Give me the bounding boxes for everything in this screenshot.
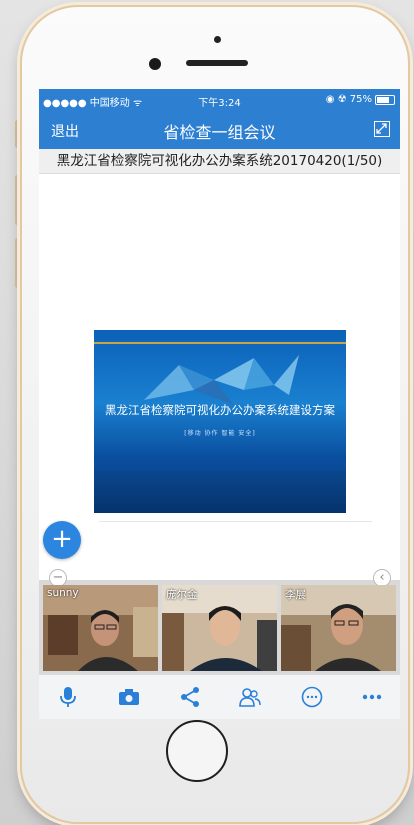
presentation-slide[interactable]: 黑龙江省检察院可视化办公办案系统建设方案 [移动 协作 智能 安全] <box>94 330 346 513</box>
camera-icon[interactable] <box>117 685 141 709</box>
participant-video-3[interactable]: 李展 <box>281 585 396 671</box>
page-title: 省检查一组会议 <box>163 123 276 142</box>
status-right-indicators: ◉ ☢ 75% <box>325 94 372 105</box>
chat-icon[interactable] <box>300 685 324 709</box>
home-button[interactable] <box>166 720 228 782</box>
video-strip: − ‹ sunny 庞尔金 李展 <box>39 569 400 674</box>
status-bar: ●●●●● 中国移动 ᯤ 下午3:24 ◉ ☢ 75% <box>39 89 400 111</box>
participant-name: sunny <box>47 587 79 599</box>
add-button[interactable]: + <box>43 521 81 559</box>
earpiece-speaker <box>186 60 248 66</box>
slide-gold-line <box>94 342 346 344</box>
participant-video-2[interactable]: 庞尔金 <box>162 585 277 671</box>
participant-name: 庞尔金 <box>166 589 198 601</box>
phone-screen: ●●●●● 中国移动 ᯤ 下午3:24 ◉ ☢ 75% 退出 省检查一组会议 黑… <box>39 89 400 719</box>
slide-divider <box>99 521 372 522</box>
participant-video-1[interactable]: sunny <box>43 585 158 671</box>
paper-crane-graphic <box>144 355 299 405</box>
microphone-icon[interactable] <box>56 685 80 709</box>
nav-bar: 退出 省检查一组会议 <box>39 111 400 149</box>
document-name-bar: 黑龙江省检察院可视化办公办案系统20170420(1/50) <box>39 149 400 174</box>
slide-bottom-band <box>94 470 346 513</box>
slide-subtitle: [移动 协作 智能 安全] <box>184 430 256 437</box>
participants-icon[interactable] <box>238 685 262 709</box>
expand-icon[interactable] <box>374 121 390 137</box>
proximity-sensor <box>214 36 221 43</box>
share-icon[interactable] <box>178 685 202 709</box>
participant-name: 李展 <box>285 589 306 601</box>
more-icon[interactable] <box>360 685 384 709</box>
battery-icon <box>375 95 395 105</box>
bottom-toolbar <box>39 674 400 719</box>
document-name: 黑龙江省检察院可视化办公办案系统20170420(1/50) <box>56 153 383 169</box>
slide-title: 黑龙江省检察院可视化办公办案系统建设方案 <box>105 403 335 417</box>
front-camera <box>149 58 161 70</box>
